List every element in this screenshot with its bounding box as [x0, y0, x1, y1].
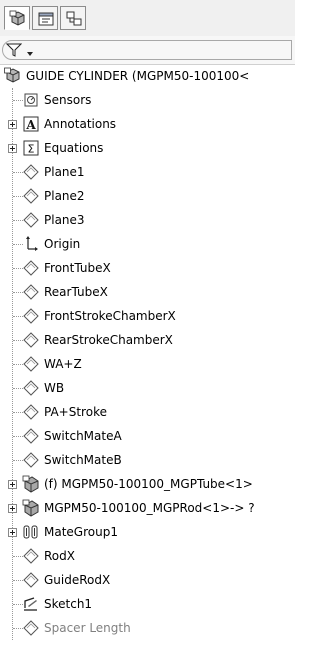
tree-item[interactable]: RodX — [0, 544, 295, 568]
tree-item[interactable]: PA+Stroke — [0, 400, 295, 424]
tree-item-label: RearTubeX — [44, 285, 108, 299]
configurationmanager-tab[interactable] — [60, 6, 86, 30]
tree-item-label: Sensors — [44, 93, 92, 107]
tree-item-label: Annotations — [44, 117, 117, 131]
tree-item-label: RearStrokeChamberX — [44, 333, 173, 347]
tree-item[interactable]: SwitchMateA — [0, 424, 295, 448]
expand-icon[interactable] — [8, 528, 17, 537]
tree-item[interactable]: FrontStrokeChamberX — [0, 304, 295, 328]
tree-item-label: (f) MGPM50-100100_MGPTube<1> — [44, 477, 253, 491]
tree-item[interactable]: MGPM50-100100_MGPRod<1>-> ? — [0, 496, 295, 520]
sketch-icon — [24, 597, 37, 611]
tree-item[interactable]: Plane2 — [0, 184, 295, 208]
plane-icon — [23, 188, 39, 204]
tree-item[interactable]: Origin — [0, 232, 295, 256]
filter-icon — [6, 43, 22, 57]
equations-icon: Σ — [23, 140, 39, 156]
filter-button[interactable] — [6, 41, 33, 59]
plane-icon — [23, 380, 39, 396]
tree-item[interactable]: Sensors — [0, 88, 295, 112]
chevron-down-icon — [27, 52, 33, 56]
tree-item[interactable]: GuideRodX — [0, 568, 295, 592]
assembly-icon — [4, 67, 20, 83]
tree-item[interactable]: Sketch1 — [0, 592, 295, 616]
tree-item-label: Plane1 — [44, 165, 85, 179]
tree-item-label: Plane3 — [44, 213, 85, 227]
configurationmanager-icon — [66, 11, 82, 26]
origin-icon — [26, 236, 38, 251]
featuremanager-icon — [9, 10, 25, 26]
tree-item-label: GuideRodX — [44, 573, 111, 587]
plane-icon — [23, 572, 39, 588]
tree-item-label: WA+Z — [44, 357, 82, 371]
plane-icon — [23, 284, 39, 300]
plane-icon — [23, 260, 39, 276]
tree-item[interactable]: FrontTubeX — [0, 256, 295, 280]
propertymanager-icon — [38, 12, 54, 26]
filter-bar — [0, 36, 295, 65]
tree-item[interactable]: WB — [0, 376, 295, 400]
tree-item-label: WB — [44, 381, 65, 395]
tree-item[interactable]: RearTubeX — [0, 280, 295, 304]
part-icon — [22, 499, 39, 517]
featuremanager-tab[interactable] — [4, 6, 30, 30]
tree-item[interactable]: Σ Equations — [0, 136, 295, 160]
feature-tree: GUIDE CYLINDER (MGPM50-100100< Sensors A A… — [0, 64, 295, 647]
tree-item[interactable]: MateGroup1 — [0, 520, 295, 544]
expand-icon[interactable] — [8, 504, 17, 513]
expand-icon[interactable] — [8, 144, 17, 153]
tree-root[interactable]: GUIDE CYLINDER (MGPM50-100100< — [0, 64, 295, 88]
tree-item-label: SwitchMateB — [44, 453, 122, 467]
tree-item-label: FrontStrokeChamberX — [44, 309, 176, 323]
plane-icon — [23, 428, 39, 444]
plane-icon — [23, 356, 39, 372]
svg-text:A: A — [25, 118, 36, 132]
tree-item[interactable]: RearStrokeChamberX — [0, 328, 295, 352]
tree-item-label: SwitchMateA — [44, 429, 122, 443]
tree-item-label: PA+Stroke — [44, 405, 107, 419]
plane-icon — [23, 548, 39, 564]
tree-item[interactable]: Plane1 — [0, 160, 295, 184]
plane-icon — [23, 620, 39, 636]
expand-icon[interactable] — [8, 480, 17, 489]
plane-icon — [23, 332, 39, 348]
tree-item-label: RodX — [44, 549, 75, 563]
plane-icon — [23, 404, 39, 420]
plane-icon — [23, 452, 39, 468]
tree-item-label: FrontTubeX — [44, 261, 111, 275]
svg-text:Σ: Σ — [28, 143, 35, 156]
tree-item-label: MateGroup1 — [44, 525, 118, 539]
filter-field[interactable] — [2, 40, 292, 60]
tree-item[interactable]: A Annotations — [0, 112, 295, 136]
plane-icon — [23, 164, 39, 180]
tree-item-label: Spacer Length — [44, 621, 131, 635]
tree-item-label: MGPM50-100100_MGPRod<1>-> ? — [44, 501, 255, 515]
mategroup-icon — [23, 525, 38, 539]
propertymanager-tab[interactable] — [32, 6, 58, 30]
plane-icon — [23, 212, 39, 228]
annotations-icon: A — [23, 116, 39, 132]
tree-item[interactable]: (f) MGPM50-100100_MGPTube<1> — [0, 472, 295, 496]
plane-icon — [23, 308, 39, 324]
part-icon — [22, 475, 39, 493]
tree-item[interactable]: WA+Z — [0, 352, 295, 376]
tree-item[interactable]: SwitchMateB — [0, 448, 295, 472]
tree-item-label: Sketch1 — [44, 597, 93, 611]
tree-item-label: Equations — [44, 141, 104, 155]
tree-item-label: Plane2 — [44, 189, 85, 203]
expand-icon[interactable] — [8, 120, 17, 129]
tree-item[interactable]: Plane3 — [0, 208, 295, 232]
sensors-icon — [24, 93, 38, 107]
tree-item-label: Origin — [44, 237, 81, 251]
manager-tabbar — [0, 0, 295, 37]
tree-item[interactable]: Spacer Length — [0, 616, 295, 640]
tree-root-label: GUIDE CYLINDER (MGPM50-100100< — [26, 69, 250, 83]
